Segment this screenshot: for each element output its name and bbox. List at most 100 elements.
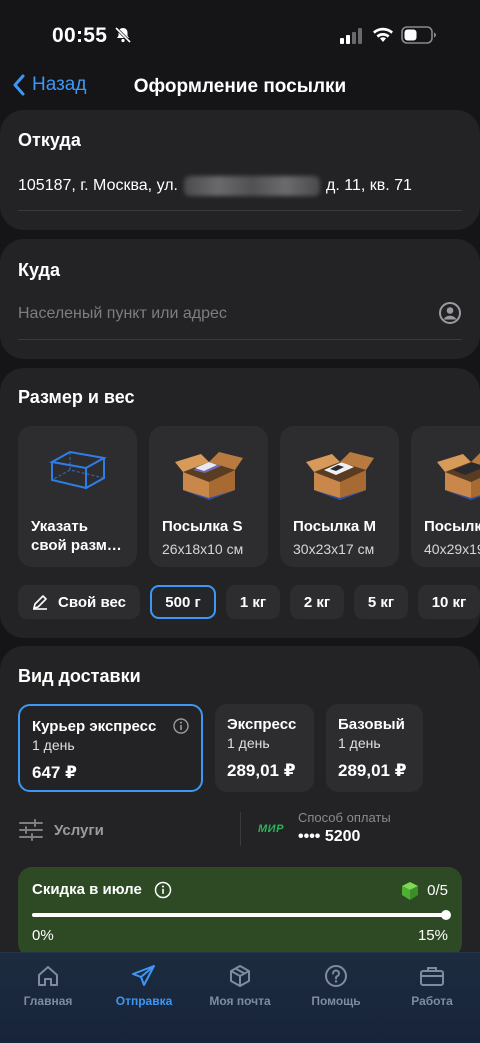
weight-500g-label: 500 г [165,593,201,611]
promo-discount[interactable]: Скидка в июле 0/5 0% 15% [18,867,462,957]
tab-label: Работа [411,994,453,1008]
tab-label: Помощь [311,994,361,1008]
tab-label: Отправка [115,994,173,1008]
parcel-box-icon [436,452,480,500]
contact-icon[interactable] [438,301,462,325]
weight-2kg-label: 2 кг [303,593,331,611]
delivery-price: 647 ₽ [32,763,77,782]
to-card: Куда Населеный пункт или адрес [0,239,480,359]
delivery-options: Курьер экспресс 1 день 647 ₽ Экспресс 1 … [18,704,423,792]
divider [240,812,241,846]
size-custom-card[interactable]: Указать свой разм… [18,426,137,567]
to-title: Куда [18,260,60,280]
wireframe-box-icon [48,450,107,490]
delivery-card: Вид доставки Курьер экспресс 1 день 647 … [0,646,480,986]
size-s-card[interactable]: Посылка S 26x18x10 см [149,426,268,567]
home-icon [38,966,58,986]
delivery-price: 289,01 ₽ [227,761,296,780]
from-address-start: 105187, г. Москва, ул. [18,177,178,194]
tab-send[interactable]: Отправка [96,963,192,1008]
size-m-card[interactable]: Посылка M 30x23x17 см [280,426,399,567]
delivery-express[interactable]: Экспресс 1 день 289,01 ₽ [215,704,314,792]
services-button[interactable]: Услуги [18,818,104,842]
weight-custom-label: Свой вес [58,593,126,611]
cellular-signal-icon [340,28,362,44]
address-redacted [184,176,320,196]
tab-label: Главная [23,994,73,1008]
payment-label: Способ оплаты [298,810,391,825]
weight-10kg-button[interactable]: 10 кг [418,585,480,619]
from-card[interactable]: Откуда 105187, г. Москва, ул. д. 11, кв.… [0,110,480,230]
package-icon [230,965,250,987]
tab-home[interactable]: Главная [0,963,96,1008]
to-address-input[interactable]: Населеный пункт или адрес [18,305,227,323]
weight-1kg-button[interactable]: 1 кг [226,585,280,619]
size-l-card[interactable]: Посылка 40x29x19 [411,426,480,567]
tab-help[interactable]: Помощь [288,963,384,1008]
delivery-title: Вид доставки [18,666,141,686]
size-options: Указать свой разм… Посылка S 26x18x10 см [18,426,480,567]
weight-500g-button[interactable]: 500 г [150,585,216,619]
wifi-icon [373,27,393,42]
services-label: Услуги [54,821,104,839]
mir-logo-icon: МИР [258,823,284,835]
delivery-term: 1 день [32,737,75,753]
delivery-courier-express[interactable]: Курьер экспресс 1 день 647 ₽ [18,704,203,792]
info-icon[interactable] [154,881,172,899]
bell-muted-icon [114,26,132,44]
tab-label: Моя почта [209,994,271,1008]
weight-2kg-button[interactable]: 2 кг [290,585,344,619]
promo-max: 15% [417,927,448,944]
cube-icon [402,882,418,900]
delivery-name: Базовый [338,716,405,733]
promo-title: Скидка в июле [32,881,142,898]
to-underline [18,339,462,340]
size-s-name: Посылка S [162,518,243,535]
weight-10kg-label: 10 кг [431,593,467,611]
tab-work[interactable]: Работа [384,963,480,1008]
screen: 00:55 Назад Оформление посылки Откуда 10… [0,0,480,1043]
briefcase-icon [420,967,444,986]
weight-5kg-button[interactable]: 5 кг [354,585,408,619]
delivery-name: Экспресс [227,716,297,733]
info-icon[interactable] [173,718,189,734]
payment-card-number: •••• 5200 [298,828,361,845]
weight-1kg-label: 1 кг [239,593,267,611]
from-underline [18,210,462,211]
size-title: Размер и вес [18,387,135,407]
delivery-term: 1 день [338,735,381,751]
size-l-dims: 40x29x19 [424,541,480,557]
parcel-box-icon [305,452,374,500]
parcel-box-icon [174,452,243,500]
size-l-name: Посылка [424,518,480,535]
from-address-end: д. 11, кв. 71 [326,177,412,194]
size-m-name: Посылка M [293,518,376,535]
promo-progress-track [32,910,451,920]
delivery-term: 1 день [227,735,270,751]
battery-icon [401,26,436,44]
delivery-price: 289,01 ₽ [338,761,407,780]
weight-custom-button[interactable]: Свой вес [18,585,140,619]
promo-progress-knob [441,910,451,920]
size-m-dims: 30x23x17 см [293,541,375,557]
help-icon [325,965,347,987]
size-custom-line2: свой разм… [31,537,122,554]
weight-5kg-label: 5 кг [367,593,395,611]
page-title: Оформление посылки [133,76,347,97]
from-address[interactable]: 105187, г. Москва, ул. д. 11, кв. 71 [18,176,412,196]
sliders-icon [19,819,43,841]
tab-my-mail[interactable]: Моя почта [192,963,288,1008]
tab-bar: Главная Отправка Моя почта Помощь Работа [0,952,480,1043]
status-time: 00:55 [52,24,108,47]
delivery-basic[interactable]: Базовый 1 день 289,01 ₽ [326,704,423,792]
navigation-bar: Назад Оформление посылки [0,70,480,104]
size-weight-card: Размер и вес Указать свой разм… Посылка … [0,368,480,638]
promo-count: 0/5 [427,882,448,899]
send-icon [132,965,155,986]
promo-progress-fill [32,910,451,920]
pencil-icon [33,595,48,610]
promo-min: 0% [32,927,54,944]
from-title: Откуда [18,130,81,150]
size-custom-line1: Указать [31,518,88,535]
delivery-name: Курьер экспресс [32,718,157,735]
